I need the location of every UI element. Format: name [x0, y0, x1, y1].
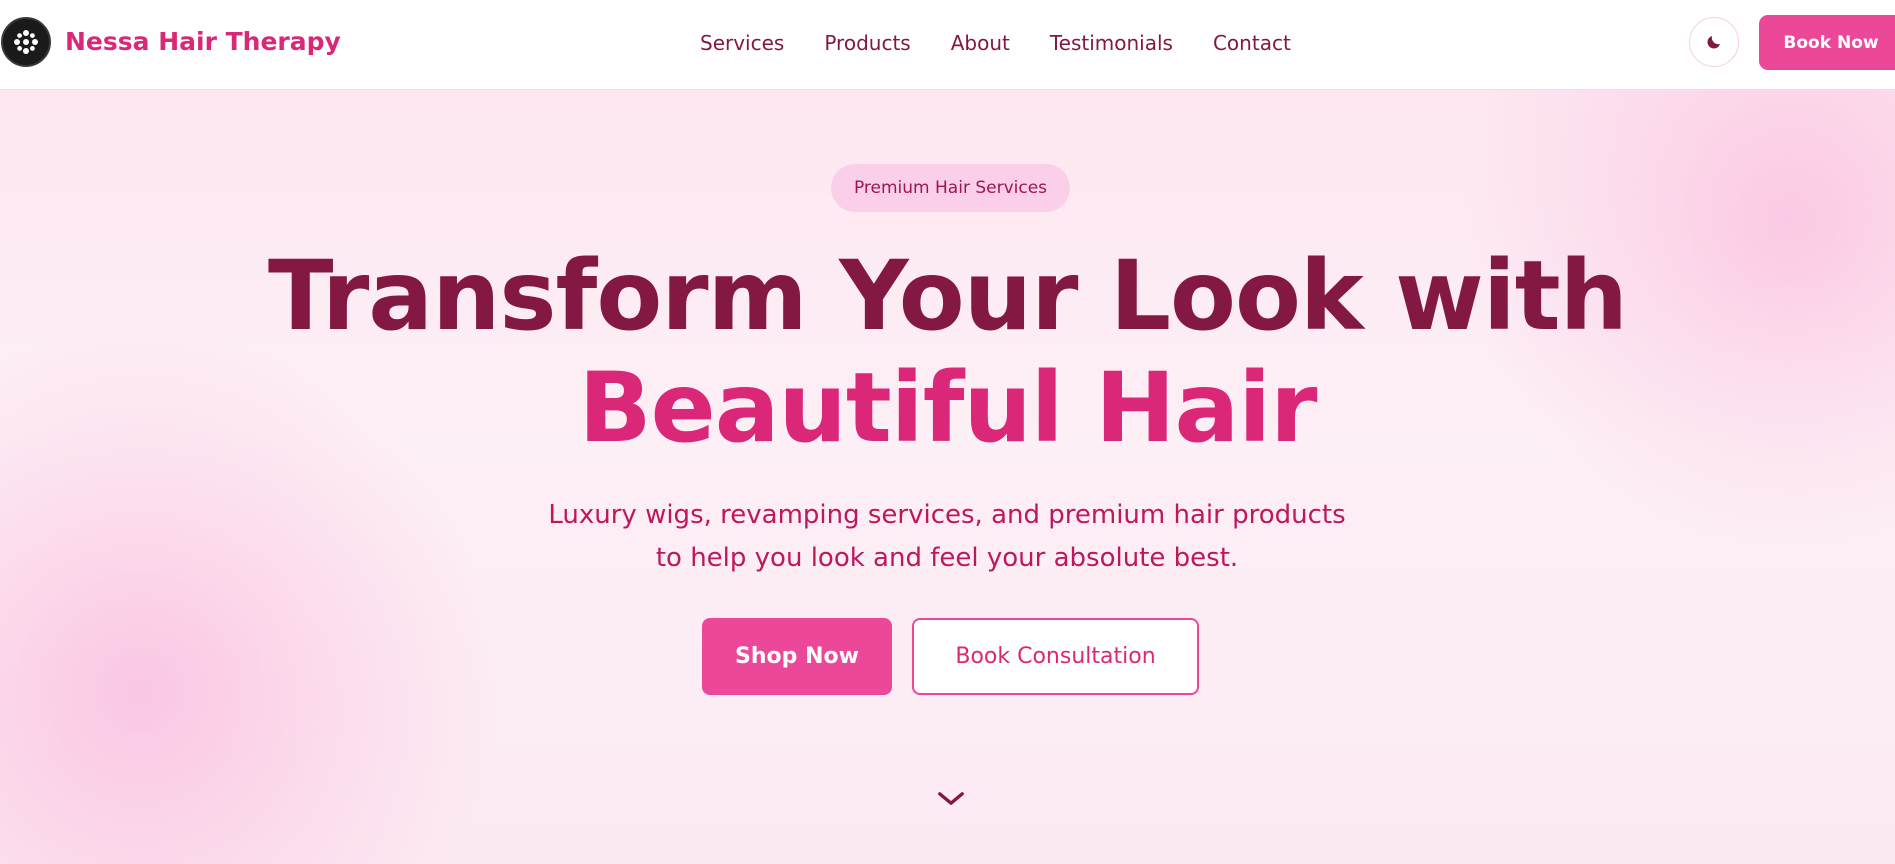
shop-now-button[interactable]: Shop Now [702, 618, 892, 695]
navbar: Nessa Hair Therapy Services Products Abo… [0, 0, 1895, 90]
brand-name[interactable]: Nessa Hair Therapy [65, 26, 341, 58]
nav-link-contact[interactable]: Contact [1213, 31, 1291, 55]
book-now-button[interactable]: Book Now [1759, 15, 1895, 70]
moon-icon [1707, 36, 1720, 49]
scroll-down-button[interactable] [935, 786, 967, 810]
hero-subtitle: Luxury wigs, revamping services, and pre… [447, 494, 1447, 580]
subtitle-line-2: to help you look and feel your absolute … [655, 543, 1239, 573]
nav-link-products[interactable]: Products [824, 31, 910, 55]
page: Nessa Hair Therapy Services Products Abo… [0, 0, 1895, 864]
headline-line-2: Beautiful Hair [578, 352, 1317, 464]
nav-link-testimonials[interactable]: Testimonials [1050, 31, 1173, 55]
subtitle-line-1: Luxury wigs, revamping services, and pre… [548, 500, 1346, 530]
chevron-down-icon [938, 791, 964, 805]
nav-link-about[interactable]: About [951, 31, 1010, 55]
hero-section: Premium Hair Services Transform Your Loo… [0, 90, 1895, 864]
logo[interactable] [1, 17, 51, 67]
hero-headline: Transform Your Look with Beautiful Hair [0, 240, 1895, 464]
book-consultation-button[interactable]: Book Consultation [912, 618, 1199, 695]
headline-line-1: Transform Your Look with [268, 240, 1628, 352]
nav-link-services[interactable]: Services [700, 31, 784, 55]
hero-badge: Premium Hair Services [831, 164, 1070, 212]
theme-toggle-button[interactable] [1689, 17, 1739, 67]
logo-flower-icon [14, 30, 38, 54]
main-nav: Services Products About Testimonials Con… [700, 28, 1291, 58]
